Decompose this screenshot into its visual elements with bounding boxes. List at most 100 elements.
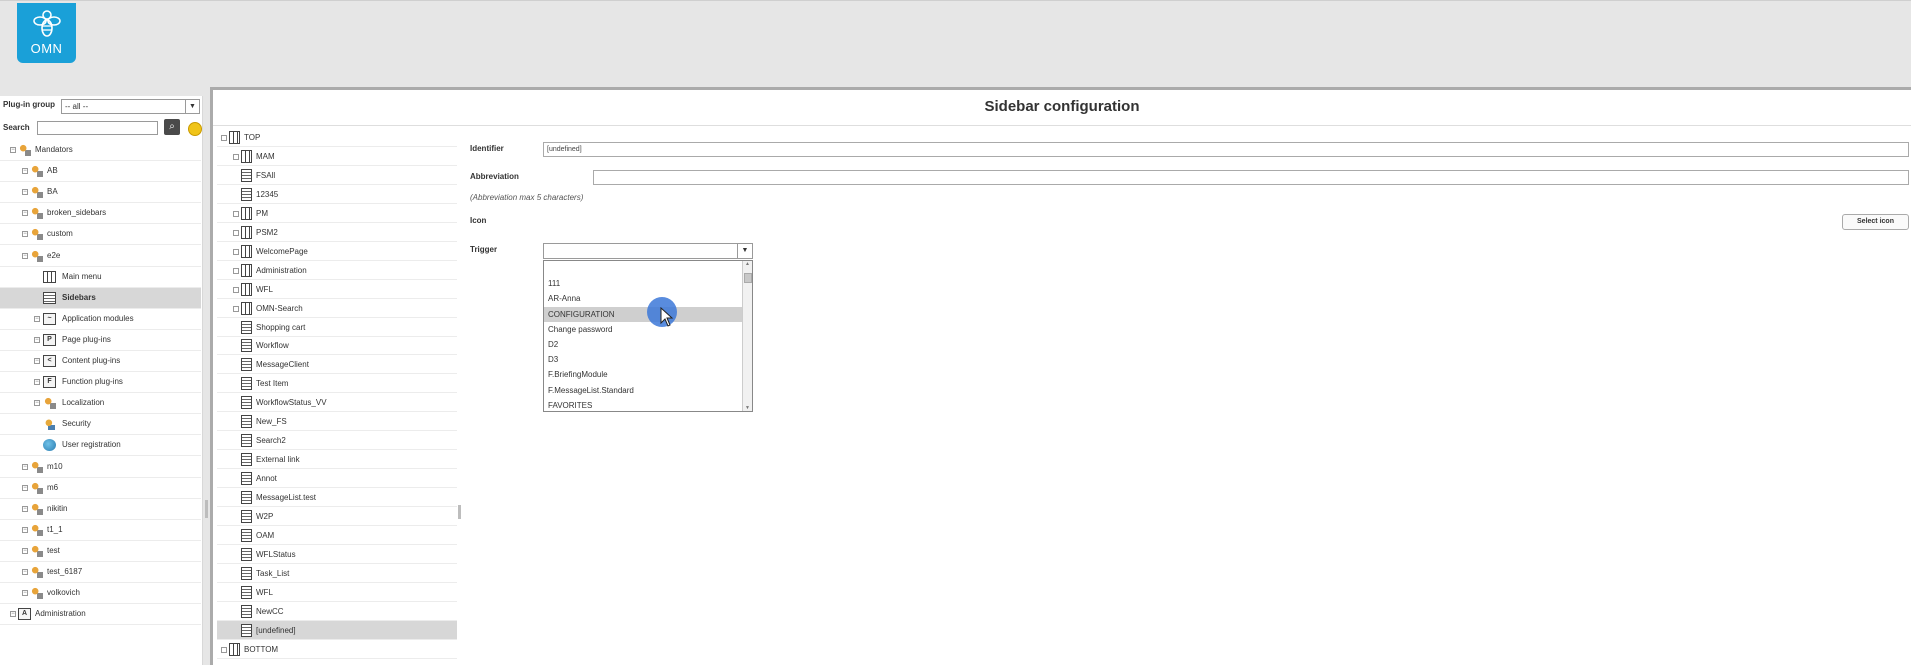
- select-icon-button[interactable]: Select icon: [1842, 214, 1909, 230]
- tree-item-broken-sidebars[interactable]: − broken_sidebars: [0, 203, 201, 225]
- sidebar-node-wfl[interactable]: WFL: [217, 280, 457, 299]
- tree-item-volkovich[interactable]: − volkovich: [0, 583, 201, 605]
- sidebar-node-test-item[interactable]: Test Item: [217, 374, 457, 394]
- tree-item-test[interactable]: − test: [0, 541, 201, 562]
- sidebar-node-top[interactable]: TOP: [217, 128, 457, 147]
- tree-expander-icon[interactable]: [233, 210, 239, 217]
- tree-expander-icon[interactable]: [233, 153, 239, 160]
- search-button[interactable]: ⌕: [164, 119, 180, 135]
- tree-expander-icon[interactable]: −: [22, 252, 28, 259]
- sidebar-node-task-list[interactable]: Task_List: [217, 564, 457, 583]
- sidebar-node-messagelist-test[interactable]: MessageList.test: [217, 488, 457, 508]
- tree-expander-icon[interactable]: [221, 135, 227, 141]
- tree-item-ab[interactable]: − AB: [0, 161, 201, 183]
- tree-item-application-modules[interactable]: − ~ Application modules: [0, 309, 201, 330]
- trigger-option-d2[interactable]: D2: [544, 337, 742, 352]
- sidebar-node-external-link[interactable]: External link: [217, 450, 457, 470]
- tree-expander-icon[interactable]: [233, 267, 239, 274]
- sidebar-node-omn-search[interactable]: OMN-Search: [217, 299, 457, 318]
- tree-expander-icon[interactable]: −: [34, 315, 40, 322]
- tree-expander-icon[interactable]: [233, 286, 239, 293]
- tree-item-user-registration[interactable]: User registration: [0, 435, 201, 457]
- trigger-option-ar-anna[interactable]: AR-Anna: [544, 291, 742, 306]
- sidebar-node-bottom[interactable]: BOTTOM: [217, 640, 457, 659]
- trigger-select[interactable]: ▼: [543, 243, 753, 259]
- sidebar-node-mam[interactable]: MAM: [217, 147, 457, 166]
- sidebar-node-workflowstatus-vv[interactable]: WorkflowStatus_VV: [217, 393, 457, 413]
- tree-expander-icon[interactable]: [233, 248, 239, 255]
- sidebar-node-w2p[interactable]: W2P: [217, 507, 457, 526]
- tree-expander-icon[interactable]: −: [34, 358, 40, 364]
- tree-expander-icon[interactable]: −: [22, 569, 28, 575]
- tree-item-administration[interactable]: − A Administration: [0, 604, 201, 626]
- trigger-dropdown-list[interactable]: ▲ ▼ 111 AR-Anna CONFIGURATION Change passwo…: [543, 260, 753, 412]
- tree-item-test-6187[interactable]: − test_6187: [0, 562, 201, 583]
- omn-logo[interactable]: OMN: [17, 3, 76, 63]
- sidebar-node-new-fs[interactable]: New_FS: [217, 412, 457, 432]
- sidebar-node-fsall[interactable]: FSAll: [217, 166, 457, 185]
- sidebar-node-wfl[interactable]: WFL: [217, 583, 457, 602]
- scroll-down-icon[interactable]: ▼: [744, 405, 751, 411]
- sidebar-node-pm[interactable]: PM: [217, 204, 457, 223]
- lightbulb-icon[interactable]: [188, 122, 202, 136]
- scroll-up-icon[interactable]: ▲: [744, 261, 751, 267]
- tree-expander-icon[interactable]: −: [22, 210, 28, 217]
- tree-item-sidebars[interactable]: Sidebars: [0, 287, 201, 309]
- chevron-down-icon[interactable]: ▼: [737, 244, 752, 258]
- tree-item-mandators[interactable]: − Mandators: [0, 140, 201, 161]
- tree-expander-icon[interactable]: [233, 305, 239, 312]
- dropdown-scrollbar[interactable]: ▲ ▼: [742, 261, 752, 411]
- sidebar-node-search2[interactable]: Search2: [217, 431, 457, 451]
- scrollbar-thumb[interactable]: [744, 273, 752, 283]
- trigger-option-111[interactable]: 111: [544, 276, 742, 291]
- tree-item-e2e[interactable]: − e2e: [0, 246, 201, 267]
- tree-item-main-menu[interactable]: Main menu: [0, 267, 201, 288]
- tree-item-t1-1[interactable]: − t1_1: [0, 520, 201, 541]
- middle-splitter-handle[interactable]: [458, 505, 461, 519]
- plugin-group-select[interactable]: -- all -- ▼: [61, 99, 200, 114]
- trigger-option-d3[interactable]: D3: [544, 352, 742, 367]
- sidebar-node-workflow[interactable]: Workflow: [217, 336, 457, 356]
- tree-expander-icon[interactable]: −: [22, 463, 28, 470]
- tree-item-security[interactable]: Security: [0, 414, 201, 436]
- tree-expander-icon[interactable]: −: [34, 400, 40, 407]
- sidebar-node-psm2[interactable]: PSM2: [217, 223, 457, 242]
- tree-item-content-plug-ins[interactable]: − < Content plug-ins: [0, 351, 201, 372]
- trigger-option-empty[interactable]: [544, 261, 742, 276]
- trigger-option-favorites[interactable]: FAVORITES: [544, 398, 742, 411]
- tree-item-function-plug-ins[interactable]: − F Function plug-ins: [0, 372, 201, 394]
- tree-item-ba[interactable]: − BA: [0, 182, 201, 204]
- trigger-option-f-messagelist-standard[interactable]: F.MessageList.Standard: [544, 383, 742, 398]
- search-input[interactable]: [37, 121, 158, 135]
- sidebar-node-annot[interactable]: Annot: [217, 469, 457, 489]
- sidebar-node-welcomepage[interactable]: WelcomePage: [217, 242, 457, 261]
- sidebar-node-oam[interactable]: OAM: [217, 526, 457, 545]
- tree-expander-icon[interactable]: −: [34, 379, 40, 386]
- tree-expander-icon[interactable]: −: [22, 547, 28, 554]
- tree-expander-icon[interactable]: −: [34, 336, 40, 343]
- trigger-option-f-briefingmodule[interactable]: F.BriefingModule: [544, 367, 742, 382]
- tree-expander-icon[interactable]: −: [22, 231, 28, 238]
- tree-expander-icon[interactable]: −: [22, 484, 28, 491]
- left-splitter-handle[interactable]: [205, 500, 208, 518]
- sidebar-node-administration[interactable]: Administration: [217, 261, 457, 280]
- tree-item-m10[interactable]: − m10: [0, 457, 201, 478]
- trigger-option-change-password[interactable]: Change password: [544, 322, 742, 337]
- identifier-field[interactable]: [undefined]: [543, 142, 1909, 157]
- tree-expander-icon[interactable]: −: [10, 611, 16, 618]
- sidebar-node-12345[interactable]: 12345: [217, 185, 457, 204]
- tree-expander-icon[interactable]: [233, 229, 239, 236]
- tree-expander-icon[interactable]: −: [22, 505, 28, 512]
- tree-item-custom[interactable]: − custom: [0, 224, 201, 246]
- trigger-option-configuration[interactable]: CONFIGURATION: [544, 306, 742, 322]
- abbreviation-field[interactable]: [593, 170, 1909, 185]
- tree-item-nikitin[interactable]: − nikitin: [0, 499, 201, 520]
- tree-expander-icon[interactable]: [221, 646, 227, 653]
- sidebar-node-newcc[interactable]: NewCC: [217, 602, 457, 621]
- tree-expander-icon[interactable]: −: [10, 147, 16, 153]
- chevron-down-icon[interactable]: ▼: [185, 100, 199, 113]
- tree-expander-icon[interactable]: −: [22, 526, 28, 533]
- tree-expander-icon[interactable]: −: [22, 590, 28, 597]
- sidebar-node-wflstatus[interactable]: WFLStatus: [217, 545, 457, 564]
- sidebar-node-undefined[interactable]: [undefined]: [217, 620, 457, 640]
